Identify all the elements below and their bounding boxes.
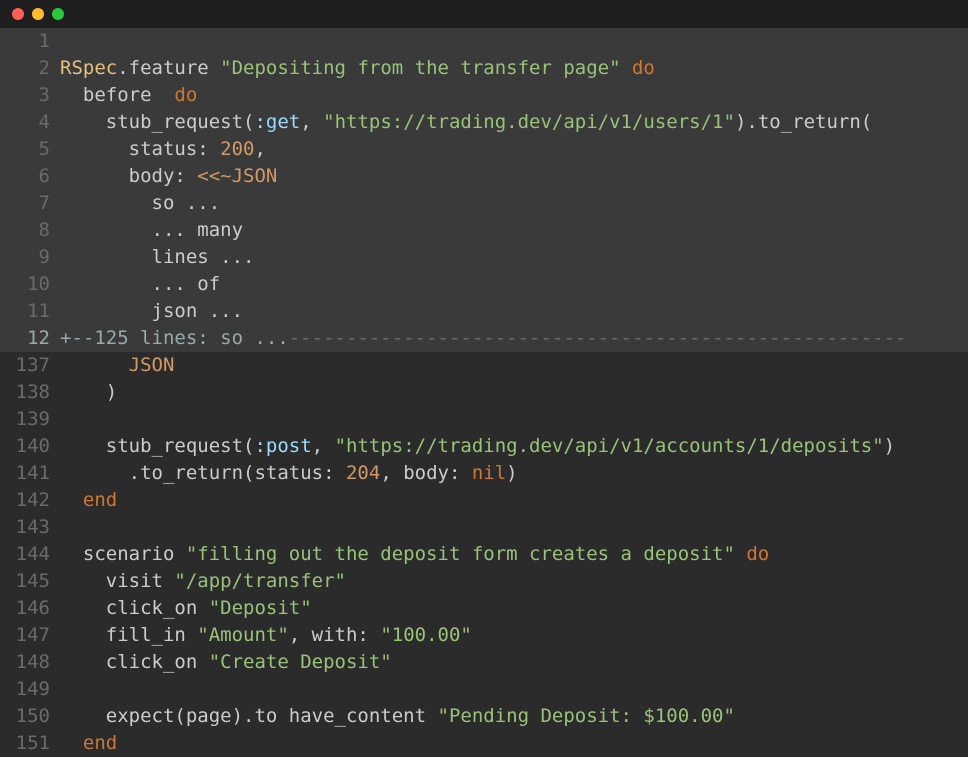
- code-line: 7 so ...: [0, 190, 968, 217]
- close-icon[interactable]: [12, 8, 24, 20]
- code-line: 1: [0, 28, 968, 55]
- code-line: 144 scenario "filling out the deposit fo…: [0, 541, 968, 568]
- line-number: 7: [0, 190, 60, 217]
- code-line: 140 stub_request(:post, "https://trading…: [0, 433, 968, 460]
- line-number: 146: [0, 595, 60, 622]
- code-line: 5 status: 200,: [0, 136, 968, 163]
- line-number: 3: [0, 82, 60, 109]
- code-line: 137 JSON: [0, 352, 968, 379]
- line-number: 141: [0, 460, 60, 487]
- line-number: 144: [0, 541, 60, 568]
- line-number: 12: [0, 325, 60, 352]
- line-number: 148: [0, 649, 60, 676]
- code-line: 141 .to_return(status: 204, body: nil): [0, 460, 968, 487]
- line-number: 2: [0, 55, 60, 82]
- code-line: 149: [0, 676, 968, 703]
- line-number: 4: [0, 109, 60, 136]
- code-line: 138 ): [0, 379, 968, 406]
- line-number: 11: [0, 298, 60, 325]
- code-line: 3 before do: [0, 82, 968, 109]
- code-line: 6 body: <<~JSON: [0, 163, 968, 190]
- line-number: 143: [0, 514, 60, 541]
- line-number: 142: [0, 487, 60, 514]
- line-number: 149: [0, 676, 60, 703]
- line-number: 137: [0, 352, 60, 379]
- line-number: 150: [0, 703, 60, 730]
- line-number: 145: [0, 568, 60, 595]
- maximize-icon[interactable]: [52, 8, 64, 20]
- code-line: 139: [0, 406, 968, 433]
- code-line: 147 fill_in "Amount", with: "100.00": [0, 622, 968, 649]
- code-line: 11 json ...: [0, 298, 968, 325]
- line-number: 138: [0, 379, 60, 406]
- editor-window: 1 2 RSpec.feature "Depositing from the t…: [0, 0, 968, 757]
- line-number: 1: [0, 28, 60, 55]
- code-editor[interactable]: 1 2 RSpec.feature "Depositing from the t…: [0, 28, 968, 757]
- line-number: 5: [0, 136, 60, 163]
- window-titlebar: [0, 0, 968, 28]
- code-line: 143: [0, 514, 968, 541]
- code-line: 10 ... of: [0, 271, 968, 298]
- code-line: 146 click_on "Deposit": [0, 595, 968, 622]
- code-line: 148 click_on "Create Deposit": [0, 649, 968, 676]
- code-line: 145 visit "/app/transfer": [0, 568, 968, 595]
- code-line: 2 RSpec.feature "Depositing from the tra…: [0, 55, 968, 82]
- code-line: 8 ... many: [0, 217, 968, 244]
- line-number: 151: [0, 730, 60, 757]
- code-line: 4 stub_request(:get, "https://trading.de…: [0, 109, 968, 136]
- code-line: 150 expect(page).to have_content "Pendin…: [0, 703, 968, 730]
- line-number: 140: [0, 433, 60, 460]
- minimize-icon[interactable]: [32, 8, 44, 20]
- code-line: 151 end: [0, 730, 968, 757]
- line-number: 147: [0, 622, 60, 649]
- line-number: 10: [0, 271, 60, 298]
- fold-indicator[interactable]: 12 +--125 lines: so ...-----------------…: [0, 325, 968, 352]
- code-line: 9 lines ...: [0, 244, 968, 271]
- code-line: 142 end: [0, 487, 968, 514]
- line-number: 6: [0, 163, 60, 190]
- line-number: 9: [0, 244, 60, 271]
- line-number: 8: [0, 217, 60, 244]
- line-number: 139: [0, 406, 60, 433]
